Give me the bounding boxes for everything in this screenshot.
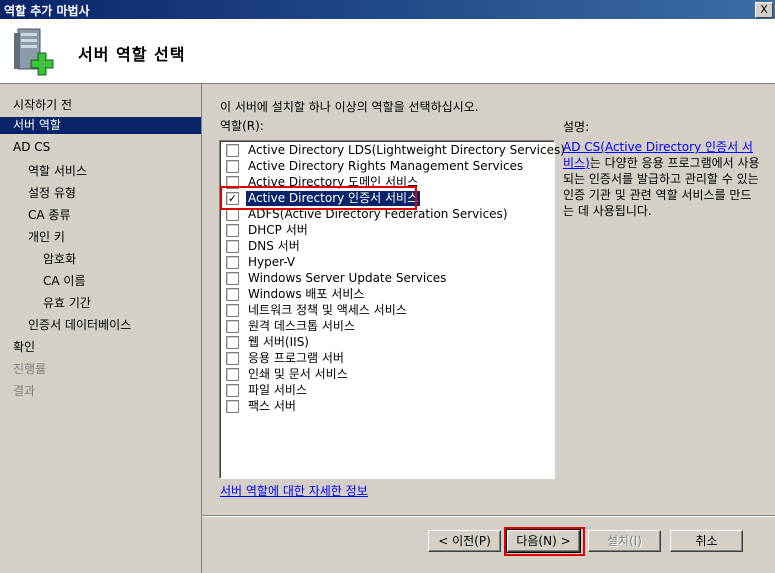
role-label: 파일 서비스	[248, 383, 308, 397]
role-checkbox-checked[interactable]: ✓	[226, 192, 239, 205]
role-checkbox[interactable]	[226, 352, 239, 365]
role-checkbox[interactable]	[226, 304, 239, 317]
step-setup-type[interactable]: 설정 유형	[28, 184, 76, 201]
step-validity-period[interactable]: 유효 기간	[43, 294, 91, 311]
step-before-you-begin[interactable]: 시작하기 전	[13, 96, 72, 113]
role-checkbox[interactable]	[226, 160, 239, 173]
role-checkbox[interactable]	[226, 368, 239, 381]
role-checkbox[interactable]	[226, 272, 239, 285]
step-role-services[interactable]: 역할 서비스	[28, 162, 87, 179]
step-progress: 진행률	[13, 362, 47, 376]
button-separator	[202, 515, 775, 517]
title-bar: 역할 추가 마법사 X	[0, 0, 775, 19]
role-label: 웹 서버(IIS)	[248, 335, 309, 349]
more-info-link[interactable]: 서버 역할에 대한 자세한 정보	[220, 482, 368, 499]
role-label: 원격 데스크톱 서비스	[248, 319, 355, 333]
role-label: Active Directory LDS(Lightweight Directo…	[248, 143, 565, 157]
role-checkbox[interactable]	[226, 224, 239, 237]
server-add-icon	[14, 28, 54, 76]
role-label: Active Directory 인증서 서비스	[244, 190, 422, 207]
role-label: 인쇄 및 문서 서비스	[248, 367, 348, 381]
install-button: 설치(I)	[588, 530, 661, 552]
step-private-key[interactable]: 개인 키	[28, 228, 65, 245]
step-results: 결과	[13, 384, 36, 398]
instruction-text: 이 서버에 설치할 하나 이상의 역할을 선택하십시오.	[220, 100, 479, 114]
role-checkbox[interactable]	[226, 256, 239, 269]
role-label: Windows 배포 서비스	[248, 287, 365, 301]
step-confirmation[interactable]: 확인	[13, 338, 35, 355]
description-label: 설명:	[563, 120, 590, 134]
previous-button[interactable]: < 이전(P)	[428, 530, 501, 552]
role-checkbox[interactable]	[226, 240, 239, 253]
role-checkbox[interactable]	[226, 288, 239, 301]
description-body: 는 다양한 응용 프로그램에서 사용되는 인증서를 발급하고 관리할 수 있는 …	[563, 156, 760, 218]
role-label: 팩스 서버	[248, 399, 296, 413]
description-text: AD CS(Active Directory 인증서 서비스)는 다양한 응용 …	[563, 139, 761, 219]
role-label: 응용 프로그램 서버	[248, 351, 344, 365]
step-cryptography[interactable]: 암호화	[43, 250, 76, 267]
close-button[interactable]: X	[755, 2, 773, 18]
role-label: DNS 서버	[248, 239, 300, 253]
role-label: Active Directory 도메인 서비스	[248, 175, 419, 189]
main-content: 이 서버에 설치할 하나 이상의 역할을 선택하십시오. 역할(R): Acti…	[202, 84, 775, 573]
role-checkbox[interactable]	[226, 176, 239, 189]
step-certificate-database[interactable]: 인증서 데이터베이스	[28, 316, 131, 333]
wizard-steps-nav: 시작하기 전 서버 역할 AD CS 역할 서비스 설정 유형 CA 종류 개인…	[0, 84, 202, 573]
page-title: 서버 역할 선택	[78, 45, 186, 64]
role-label: DHCP 서버	[248, 223, 308, 237]
role-label: 네트워크 정책 및 액세스 서비스	[248, 303, 407, 317]
role-checkbox[interactable]	[226, 144, 239, 157]
role-checkbox[interactable]	[226, 400, 239, 413]
role-checkbox[interactable]	[226, 384, 239, 397]
wizard-header: 서버 역할 선택	[0, 19, 775, 84]
role-label: Hyper-V	[248, 255, 296, 269]
roles-label: 역할(R):	[220, 119, 264, 133]
role-label: ADFS(Active Directory Federation Service…	[248, 207, 508, 221]
step-ad-cs[interactable]: AD CS	[13, 140, 50, 154]
step-server-roles[interactable]: 서버 역할	[0, 117, 201, 134]
step-ca-type[interactable]: CA 종류	[28, 206, 70, 223]
cancel-button[interactable]: 취소	[670, 530, 743, 552]
window-title: 역할 추가 마법사	[4, 4, 90, 18]
role-checkbox[interactable]	[226, 336, 239, 349]
step-ca-name[interactable]: CA 이름	[43, 272, 85, 289]
roles-list[interactable]: Active Directory LDS(Lightweight Directo…	[219, 140, 565, 479]
role-checkbox[interactable]	[226, 320, 239, 333]
role-label: Active Directory Rights Management Servi…	[248, 159, 524, 173]
next-button[interactable]: 다음(N) >	[506, 529, 581, 553]
role-checkbox[interactable]	[226, 208, 239, 221]
role-label: Windows Server Update Services	[248, 271, 447, 285]
